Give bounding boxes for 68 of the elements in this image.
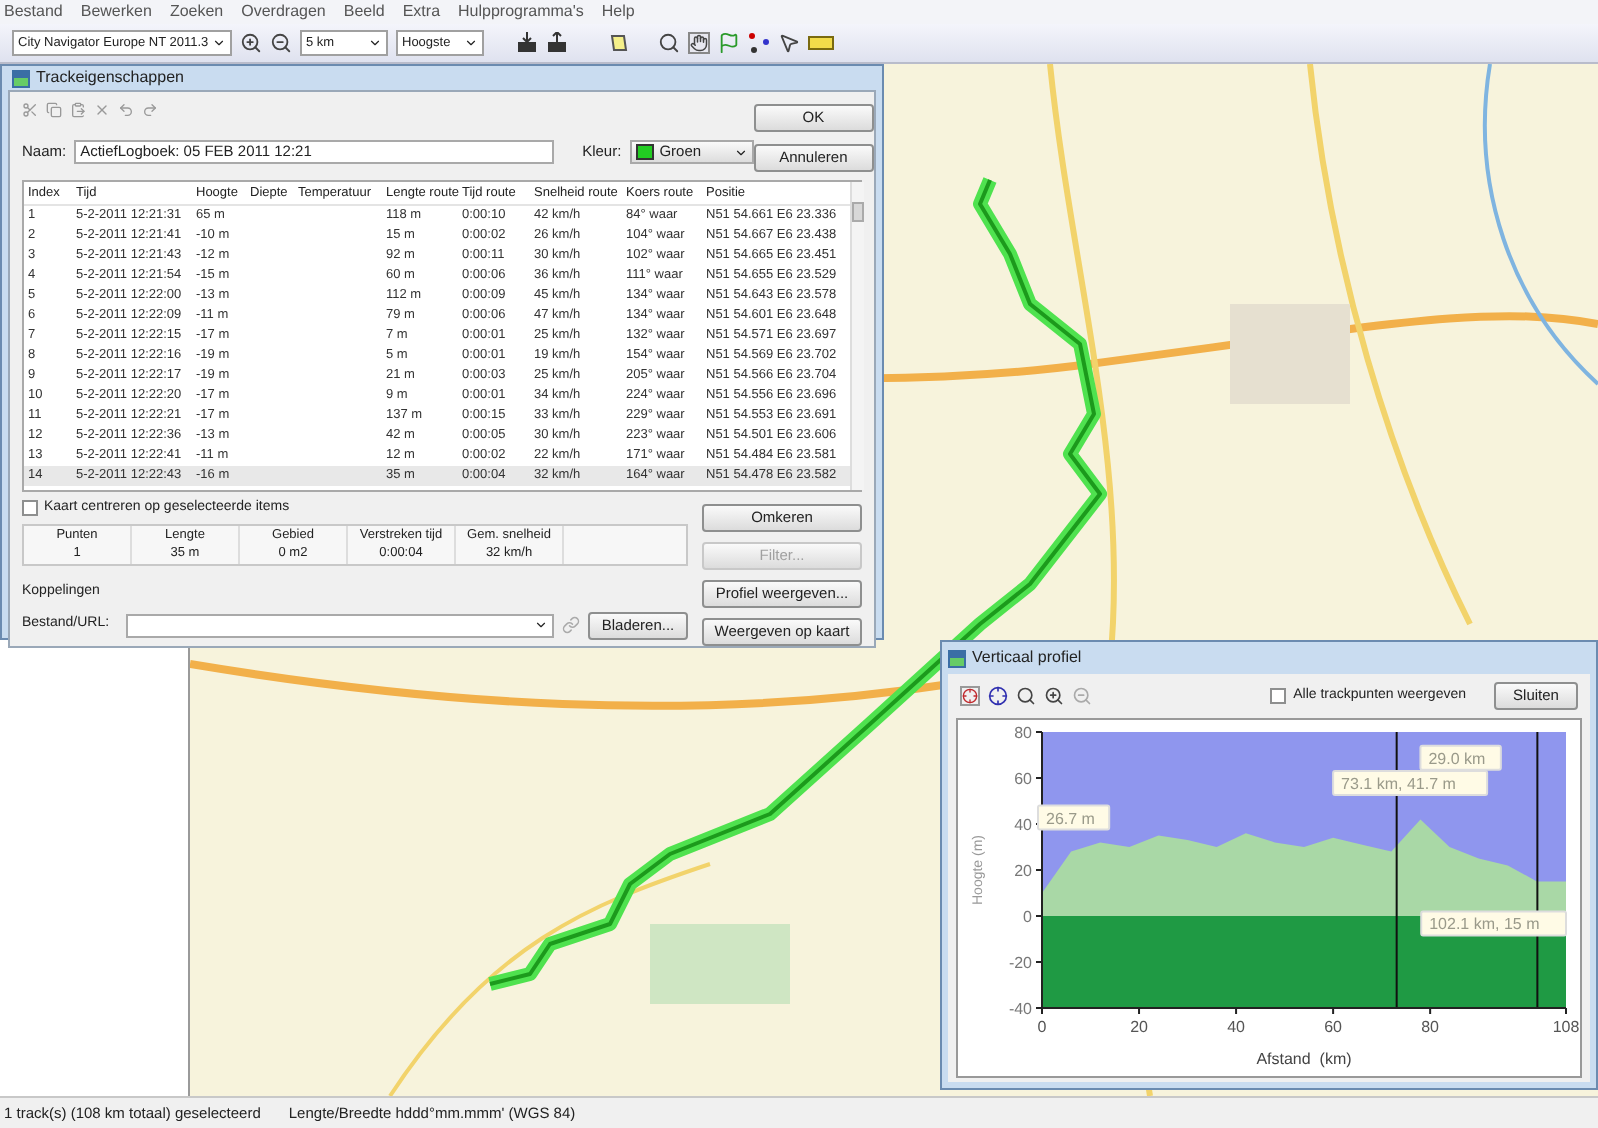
file-url-field[interactable] <box>126 613 554 637</box>
y-tick-label: 0 <box>1023 908 1032 926</box>
x-tick-label: 20 <box>1130 1018 1148 1036</box>
crosshair-icon[interactable] <box>988 686 1008 706</box>
y-tick-label: -20 <box>1008 954 1032 972</box>
route-points-icon[interactable] <box>748 32 770 54</box>
zoom-in-icon[interactable] <box>1044 686 1064 706</box>
menu-item[interactable]: Zoeken <box>169 4 224 20</box>
zoom-out-icon[interactable] <box>270 32 292 54</box>
window-title: Verticaal profiel <box>972 646 1082 670</box>
menu-item[interactable]: Beeld <box>343 4 385 20</box>
annotation: 29.0 km <box>1428 749 1487 768</box>
window-icon <box>948 649 966 667</box>
x-tick-label: 40 <box>1227 1018 1245 1036</box>
color-swatch <box>635 144 654 160</box>
checkbox[interactable] <box>22 500 38 517</box>
annotation: 73.1 km, 41.7 m <box>1341 775 1457 794</box>
delete-icon[interactable] <box>94 102 110 118</box>
menu-item[interactable]: Bewerken <box>80 4 152 20</box>
x-tick-label: 60 <box>1324 1018 1342 1036</box>
data-callout: 26.7 m <box>1037 804 1111 831</box>
data-callout: 102.1 km, 15 m <box>1420 910 1567 937</box>
y-tick-label: -40 <box>1008 1000 1032 1018</box>
annotation: 102.1 km, 15 m <box>1429 915 1541 934</box>
menu-item[interactable]: Help <box>601 4 635 20</box>
x-tick-label: 0 <box>1037 1018 1047 1036</box>
x-axis-title: Afstand (km) <box>1256 1050 1352 1068</box>
annotation: 26.7 m <box>1046 809 1096 828</box>
y-tick-label: 60 <box>1014 770 1032 788</box>
menu-item[interactable]: Bestand <box>4 4 63 20</box>
caret-icon <box>212 36 226 50</box>
caret-icon <box>534 618 548 632</box>
pointer-icon[interactable] <box>778 32 800 54</box>
cut-icon[interactable] <box>22 102 38 118</box>
window-icon <box>12 69 30 87</box>
data-callout: 29.0 km <box>1419 744 1502 771</box>
redo-icon[interactable] <box>142 102 158 118</box>
town-area <box>1230 304 1350 404</box>
caret-icon <box>733 145 748 159</box>
y-tick-label: 80 <box>1014 724 1032 742</box>
x-tick-label: 80 <box>1421 1018 1440 1036</box>
caret-icon <box>464 36 478 50</box>
zoom-in-icon[interactable] <box>240 32 262 54</box>
checkbox[interactable] <box>1269 688 1286 704</box>
menu-item[interactable]: Overdragen <box>241 4 326 20</box>
zoom-box-icon[interactable] <box>1016 686 1036 706</box>
map-select-icon[interactable] <box>608 32 630 54</box>
caret-icon <box>368 36 382 50</box>
flag-icon[interactable] <box>718 32 740 54</box>
ruler-icon[interactable] <box>808 36 834 50</box>
menu-item[interactable]: Extra <box>402 4 441 20</box>
copy-icon[interactable] <box>46 102 62 118</box>
search-icon[interactable] <box>658 32 680 54</box>
device-receive-icon[interactable] <box>516 32 538 54</box>
y-tick-label: 20 <box>1014 862 1032 880</box>
paste-icon[interactable] <box>70 102 86 118</box>
crosshair-icon[interactable] <box>960 686 980 706</box>
hand-icon[interactable] <box>688 32 710 54</box>
link-icon[interactable] <box>562 616 580 634</box>
device-send-icon[interactable] <box>546 32 568 54</box>
y-tick-label: 40 <box>1014 816 1032 834</box>
scrollbar[interactable] <box>850 182 864 490</box>
window-title: Trackeigenschappen <box>36 66 184 90</box>
x-tick-label: 108 <box>1552 1018 1580 1036</box>
park-area <box>650 924 790 1004</box>
data-callout: 73.1 km, 41.7 m <box>1332 770 1489 797</box>
menu-item[interactable]: Hulpprogramma's <box>458 4 584 20</box>
undo-icon[interactable] <box>118 102 134 118</box>
